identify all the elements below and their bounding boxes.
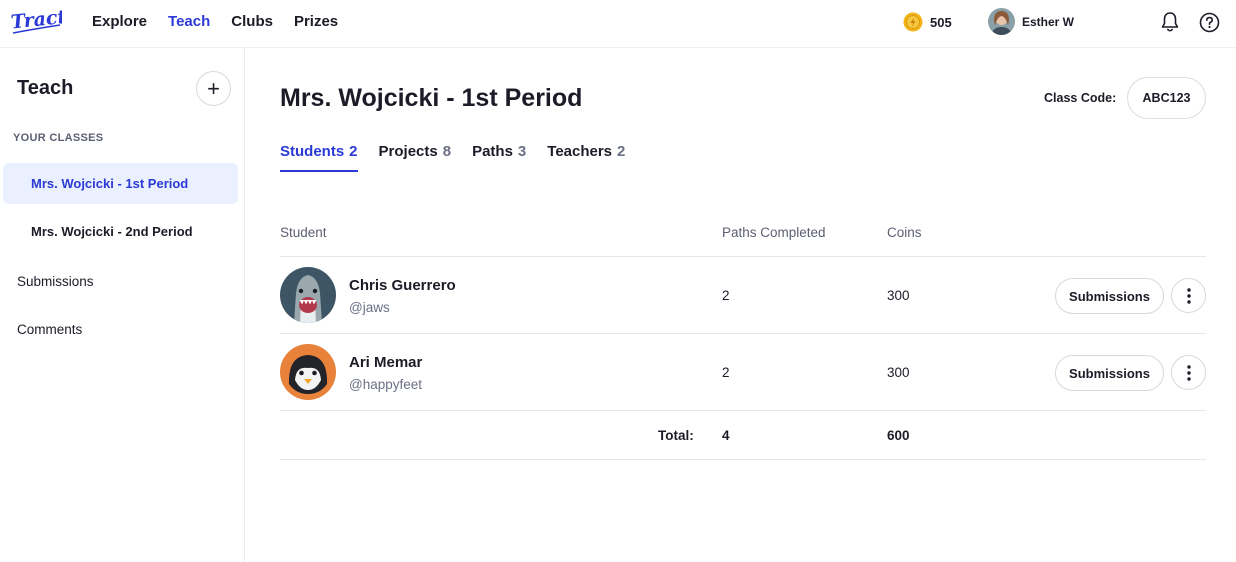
coin-icon <box>903 12 923 32</box>
student-handle: @jaws <box>349 300 390 315</box>
user-menu[interactable]: Esther W <box>988 8 1074 35</box>
sidebar-class-1st-period[interactable]: Mrs. Wojcicki - 1st Period <box>3 163 238 204</box>
page-title: Mrs. Wojcicki - 1st Period <box>280 84 583 112</box>
coins-value: 300 <box>887 365 910 380</box>
tab-projects[interactable]: Projects 8 <box>379 143 452 172</box>
more-options-button[interactable] <box>1171 355 1206 390</box>
total-label: Total: <box>658 428 694 443</box>
nav-clubs[interactable]: Clubs <box>231 13 273 31</box>
help-icon[interactable] <box>1199 12 1220 33</box>
main-nav: Explore Teach Clubs Prizes <box>92 13 359 31</box>
sidebar: Teach + YOUR CLASSES Mrs. Wojcicki - 1st… <box>0 49 245 562</box>
column-header-coins[interactable]: Coins <box>887 225 922 240</box>
more-vertical-icon <box>1186 287 1191 304</box>
class-tabs: Students 2 Projects 8 Paths 3 Teachers 2 <box>280 143 646 172</box>
your-classes-label: YOUR CLASSES <box>13 132 104 144</box>
sidebar-title: Teach <box>17 77 74 99</box>
student-avatar-shark <box>280 267 336 323</box>
total-paths-value: 4 <box>722 428 730 443</box>
student-handle: @happyfeet <box>349 377 423 392</box>
add-class-button[interactable]: + <box>196 71 231 106</box>
tab-teachers[interactable]: Teachers 2 <box>547 143 625 172</box>
class-code-label: Class Code: <box>1044 91 1117 105</box>
sidebar-item-submissions[interactable]: Submissions <box>17 274 94 289</box>
tract-logo[interactable]: Tract <box>10 4 62 38</box>
class-code-badge[interactable]: ABC123 <box>1127 77 1206 119</box>
nav-teach[interactable]: Teach <box>168 13 210 31</box>
sidebar-item-comments[interactable]: Comments <box>17 322 82 337</box>
total-coins-value: 600 <box>887 428 910 443</box>
user-name: Esther W <box>1022 14 1075 29</box>
submissions-button[interactable]: Submissions <box>1055 355 1164 391</box>
column-header-paths-completed[interactable]: Paths Completed <box>722 225 826 240</box>
coin-count: 505 <box>930 14 952 30</box>
nav-prizes[interactable]: Prizes <box>294 13 338 31</box>
paths-completed-value: 2 <box>722 288 730 303</box>
student-name[interactable]: Ari Memar <box>349 354 422 371</box>
column-header-student[interactable]: Student <box>280 225 327 240</box>
student-avatar-penguin <box>280 344 336 400</box>
student-name[interactable]: Chris Guerrero <box>349 277 456 294</box>
nav-explore[interactable]: Explore <box>92 13 147 31</box>
sidebar-class-2nd-period[interactable]: Mrs. Wojcicki - 2nd Period <box>3 211 238 252</box>
coins-value: 300 <box>887 288 910 303</box>
coin-balance[interactable]: 505 <box>903 12 952 32</box>
paths-completed-value: 2 <box>722 365 730 380</box>
tab-paths[interactable]: Paths 3 <box>472 143 526 172</box>
more-vertical-icon <box>1186 364 1191 381</box>
table-divider <box>280 256 1206 257</box>
submissions-button[interactable]: Submissions <box>1055 278 1164 314</box>
more-options-button[interactable] <box>1171 278 1206 313</box>
bell-icon[interactable] <box>1160 11 1180 33</box>
table-divider <box>280 333 1206 334</box>
tab-students[interactable]: Students 2 <box>280 143 358 172</box>
table-divider <box>280 459 1206 460</box>
table-divider <box>280 410 1206 411</box>
plus-icon: + <box>207 75 220 101</box>
user-avatar <box>988 8 1015 35</box>
top-nav: Tract Explore Teach Clubs Prizes 505 Est… <box>0 0 1236 48</box>
